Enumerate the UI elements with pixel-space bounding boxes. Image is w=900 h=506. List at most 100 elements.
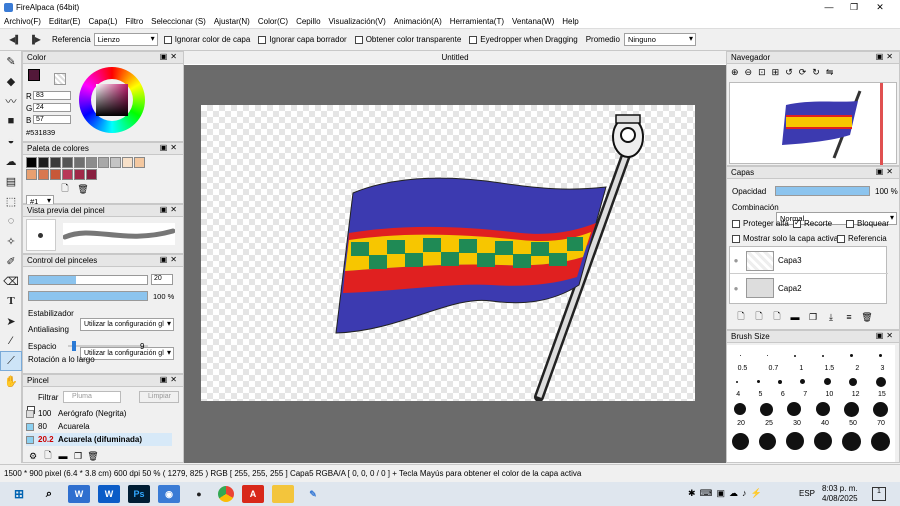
size-label[interactable]: 4 <box>736 391 740 398</box>
palette-swatch[interactable] <box>86 157 97 168</box>
clock-time[interactable]: 8:03 p. m. <box>822 484 858 493</box>
select-eraser-tool-icon[interactable]: ⌫ <box>0 271 22 291</box>
palette-swatch[interactable] <box>26 169 37 180</box>
delete-layer-icon[interactable]: 🗑 <box>861 311 873 323</box>
chrome-icon[interactable] <box>218 486 234 502</box>
size-label[interactable]: 5 <box>759 391 763 398</box>
photoshop-icon[interactable]: Ps <box>128 485 150 503</box>
transparent-color-swatch[interactable] <box>54 73 66 85</box>
size-label[interactable]: 6 <box>781 391 785 398</box>
minimize-button[interactable]: — <box>815 0 843 14</box>
new-palette-icon[interactable]: 🗋 <box>59 183 71 195</box>
magic-wand-tool-icon[interactable]: ✧ <box>0 231 22 251</box>
size-label[interactable]: 1 <box>799 365 803 372</box>
operation-tool-icon[interactable]: ➤ <box>0 311 22 331</box>
size-label[interactable]: 25 <box>765 420 773 427</box>
color-wheel[interactable] <box>79 67 145 133</box>
rotate-left-icon[interactable]: ↺ <box>785 67 793 78</box>
folder-icon[interactable]: ▬ <box>57 450 69 462</box>
fill-rect-tool-icon[interactable]: ■ <box>0 111 22 131</box>
size-label[interactable]: 10 <box>826 391 834 398</box>
palette-swatch[interactable] <box>62 157 73 168</box>
palette-swatch[interactable] <box>98 157 109 168</box>
eyedropper-tool-icon[interactable]: ⟋ <box>0 351 22 371</box>
close-button[interactable]: ✕ <box>866 0 894 14</box>
gradient-tool-icon[interactable]: ▤ <box>0 171 22 191</box>
palette-swatch[interactable] <box>122 157 133 168</box>
brush-settings-icon[interactable]: ⚙ <box>27 450 39 462</box>
ignorar-borrador-checkbox[interactable]: Ignorar capa borrador <box>258 35 347 44</box>
windows-start-icon[interactable]: ⊞ <box>8 485 30 503</box>
layer-opacity-slider[interactable] <box>775 186 870 196</box>
size-label[interactable]: 50 <box>849 420 857 427</box>
promedio-select[interactable]: Ninguno <box>623 33 696 46</box>
panel-controls-icon[interactable]: ▣✕ <box>160 52 180 61</box>
rotate-right-icon[interactable]: ↻ <box>812 67 820 78</box>
menu-archivo[interactable]: Archivo(F) <box>0 17 45 26</box>
cloud-tool-icon[interactable]: ☁ <box>0 151 22 171</box>
saturation-box[interactable] <box>96 84 128 116</box>
primary-color-swatch[interactable] <box>28 69 40 81</box>
pen-tool-icon[interactable]: ✎ <box>0 51 22 71</box>
bloquear-checkbox[interactable]: Bloquear <box>846 219 889 228</box>
size-label[interactable]: 20 <box>737 420 745 427</box>
search-icon[interactable]: ⌕ <box>38 485 60 503</box>
size-label[interactable]: 1.5 <box>824 365 834 372</box>
flip-icon[interactable]: ⇋ <box>826 67 834 78</box>
ignorar-color-checkbox[interactable]: Ignorar color de capa <box>163 35 250 44</box>
rotate-reset-icon[interactable]: ⟳ <box>799 67 807 78</box>
word-icon[interactable]: W <box>68 485 90 503</box>
penguin-app-icon[interactable]: ● <box>188 485 210 503</box>
visibility-icon[interactable]: ● <box>730 284 742 293</box>
acrobat-icon[interactable]: A <box>242 485 264 503</box>
select-tool-icon[interactable]: ⬚ <box>0 191 22 211</box>
paint-app-icon[interactable]: ✎ <box>302 485 324 503</box>
palette-swatch[interactable] <box>38 169 49 180</box>
recorte-checkbox[interactable]: Recorte <box>793 218 832 228</box>
panel-controls-icon[interactable]: ▣✕ <box>876 167 896 176</box>
menu-seleccionar[interactable]: Seleccionar (S) <box>147 17 210 26</box>
clock-date[interactable]: 4/08/2025 <box>822 494 858 503</box>
panel-controls-icon[interactable]: ▣✕ <box>160 143 180 152</box>
hand-tool-icon[interactable]: ✋ <box>0 371 22 391</box>
layer-row[interactable]: ● Capa3 <box>730 248 888 274</box>
menu-editar[interactable]: Editar(E) <box>45 17 85 26</box>
size-label[interactable]: 2 <box>855 365 859 372</box>
new-layer-icon[interactable]: 🗋 <box>735 311 747 323</box>
brush-tool-icon[interactable]: 〰 <box>0 91 22 111</box>
panel-controls-icon[interactable]: ▣✕ <box>160 255 180 264</box>
size-label[interactable]: 70 <box>877 420 885 427</box>
new-folder-icon[interactable]: ▬ <box>789 311 801 323</box>
palette-swatch[interactable] <box>26 157 37 168</box>
b-input[interactable]: 57 <box>33 115 71 124</box>
panel-controls-icon[interactable]: ▣✕ <box>160 205 180 214</box>
size-input[interactable]: 20 <box>151 274 173 285</box>
menu-animacion[interactable]: Animación(A) <box>390 17 446 26</box>
palette-swatch[interactable] <box>86 169 97 180</box>
select-pen-tool-icon[interactable]: ✐ <box>0 251 22 271</box>
opacity-slider[interactable] <box>28 291 148 301</box>
palette-swatch[interactable] <box>62 169 73 180</box>
g-input[interactable]: 24 <box>33 103 71 112</box>
layer-properties-icon[interactable]: ≡ <box>843 311 855 323</box>
filter-input[interactable]: Pluma <box>63 391 121 403</box>
panel-right-icon[interactable]: ▐▶ <box>28 33 42 47</box>
menu-herramienta[interactable]: Herramienta(T) <box>446 17 508 26</box>
panel-controls-icon[interactable]: ▣✕ <box>876 52 896 61</box>
mostrar-solo-checkbox[interactable]: Mostrar solo la capa activa <box>732 234 838 243</box>
size-label[interactable]: 30 <box>793 420 801 427</box>
word-alt-icon[interactable]: W <box>98 485 120 503</box>
palette-swatch[interactable] <box>38 157 49 168</box>
menu-ajustar[interactable]: Ajustar(N) <box>210 17 254 26</box>
navigator-preview[interactable] <box>729 82 897 165</box>
panel-controls-icon[interactable]: ▣✕ <box>876 331 896 340</box>
size-slider[interactable] <box>28 275 148 285</box>
menu-visualizacion[interactable]: Visualización(V) <box>325 17 390 26</box>
menu-filtro[interactable]: Filtro <box>121 17 147 26</box>
brush-list-item-selected[interactable]: 20.2 Acuarela (difuminada) <box>26 433 172 446</box>
eraser-tool-icon[interactable]: ◆ <box>0 71 22 91</box>
system-tray-icons[interactable]: ✱⌨▣☁♪⚡ <box>688 488 766 499</box>
new-1bit-layer-icon[interactable]: 🗋 <box>771 311 783 323</box>
limpiar-button[interactable]: Limpiar <box>139 391 179 403</box>
language-indicator[interactable]: ESP <box>799 489 815 498</box>
